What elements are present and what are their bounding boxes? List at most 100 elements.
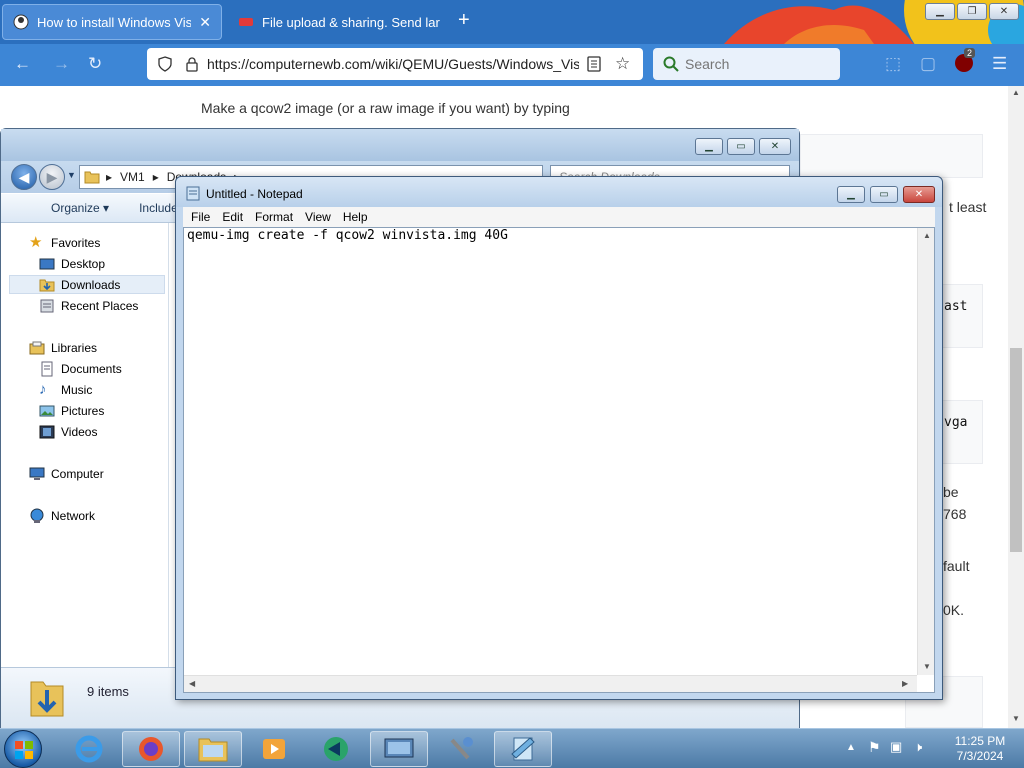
- remote-desktop-taskbar-button[interactable]: [370, 731, 428, 767]
- nav-label: Videos: [61, 424, 98, 439]
- computer-icon: [29, 467, 45, 480]
- nav-label: Favorites: [51, 235, 101, 250]
- menu-file[interactable]: File: [191, 210, 210, 224]
- forward-icon[interactable]: →: [53, 54, 70, 74]
- bookmark-star-icon[interactable]: ☆: [615, 54, 630, 74]
- nav-label: Music: [61, 382, 93, 397]
- close-button[interactable]: ✕: [903, 186, 935, 203]
- windows-logo-icon: [15, 741, 33, 759]
- recent-pages-icon[interactable]: ▼: [67, 170, 76, 180]
- restore-button[interactable]: ❐: [957, 3, 987, 20]
- nav-recent-places[interactable]: Recent Places: [39, 296, 138, 315]
- notepad-icon: [186, 186, 200, 201]
- code-block: [800, 134, 983, 178]
- forward-button[interactable]: ▶: [39, 164, 65, 190]
- back-button[interactable]: ◀: [11, 164, 37, 190]
- firefox-icon: [139, 737, 163, 761]
- scroll-left-icon[interactable]: ◀: [189, 679, 195, 688]
- minimize-button[interactable]: ▁: [925, 3, 955, 20]
- close-tab-icon[interactable]: ✕: [199, 14, 211, 31]
- tools-taskbar-button[interactable]: [432, 731, 490, 767]
- scroll-up-icon[interactable]: ▲: [923, 231, 931, 240]
- vertical-scrollbar[interactable]: ▲ ▼: [917, 228, 934, 675]
- url-text: https://computernewb.com/wiki/QEMU/Guest…: [207, 56, 579, 72]
- reload-icon[interactable]: ↻: [88, 54, 102, 74]
- nav-label: Libraries: [51, 340, 98, 355]
- breadcrumb-item[interactable]: VM1: [120, 170, 145, 184]
- search-input[interactable]: [685, 56, 835, 72]
- code-fragment: ast: [944, 299, 968, 314]
- menu-format[interactable]: Format: [255, 210, 293, 224]
- notepad-taskbar-button[interactable]: [494, 731, 552, 767]
- minimize-button[interactable]: ▁: [695, 138, 723, 155]
- messenger-taskbar-button[interactable]: [307, 731, 365, 767]
- nav-computer[interactable]: Computer: [29, 464, 104, 483]
- close-button[interactable]: ✕: [759, 138, 791, 155]
- item-count: 9 items: [87, 684, 129, 699]
- volume-muted-icon[interactable]: 🕨: [914, 739, 922, 755]
- browser-tab[interactable]: File upload & sharing. Send lar: [228, 4, 450, 40]
- shield-icon[interactable]: [157, 56, 173, 72]
- reader-view-icon[interactable]: [587, 56, 601, 72]
- notepad-window: Untitled - Notepad ▁ ▭ ✕ File Edit Forma…: [175, 176, 943, 700]
- notepad-icon: [511, 737, 535, 761]
- show-hidden-icons-icon[interactable]: ▲: [846, 742, 856, 753]
- internet-explorer-taskbar-button[interactable]: [60, 731, 118, 767]
- nav-videos[interactable]: Videos: [39, 422, 97, 441]
- extensions-icon[interactable]: ▢: [920, 54, 936, 74]
- firefox-taskbar-button[interactable]: [122, 731, 180, 767]
- nav-favorites[interactable]: ★ Favorites: [29, 233, 100, 252]
- paragraph-fragment: be: [943, 484, 959, 500]
- search-engine-icon[interactable]: [663, 56, 679, 72]
- nav-documents[interactable]: Documents: [39, 359, 122, 378]
- menu-view[interactable]: View: [305, 210, 331, 224]
- new-tab-icon[interactable]: +: [458, 9, 470, 32]
- media-player-taskbar-button[interactable]: [245, 731, 303, 767]
- maximize-button[interactable]: ▭: [870, 186, 898, 203]
- extension-badge: 2: [964, 48, 976, 58]
- paragraph-fragment: 768: [943, 506, 967, 522]
- organize-button[interactable]: Organize ▾: [26, 201, 109, 215]
- breadcrumb-separator: ▸: [152, 170, 159, 184]
- lock-icon[interactable]: [185, 56, 199, 72]
- screenshot-icon[interactable]: ⬚: [885, 54, 901, 74]
- clock[interactable]: 11:25 PM 7/3/2024: [948, 734, 1012, 764]
- videos-icon: [39, 425, 55, 438]
- editor-content[interactable]: qemu-img create -f qcow2 winvista.img 40…: [187, 228, 508, 244]
- notepad-title-bar[interactable]: Untitled - Notepad ▁ ▭ ✕: [176, 177, 942, 207]
- search-bar[interactable]: [653, 48, 840, 80]
- browser-tab-active[interactable]: How to install Windows Vista ✕: [2, 4, 222, 40]
- menu-edit[interactable]: Edit: [222, 210, 243, 224]
- maximize-button[interactable]: ▭: [727, 138, 755, 155]
- explorer-taskbar-button[interactable]: [184, 731, 242, 767]
- nav-libraries[interactable]: Libraries: [29, 338, 97, 357]
- menu-help[interactable]: Help: [343, 210, 368, 224]
- page-scrollbar[interactable]: ▲ ▼: [1008, 86, 1024, 728]
- menu-hamburger-icon[interactable]: ☰: [992, 54, 1007, 74]
- close-button[interactable]: ✕: [989, 3, 1019, 20]
- scroll-down-icon[interactable]: ▼: [1012, 714, 1020, 723]
- nav-music[interactable]: ♪ Music: [39, 380, 92, 399]
- url-bar[interactable]: https://computernewb.com/wiki/QEMU/Guest…: [147, 48, 643, 80]
- scroll-up-icon[interactable]: ▲: [1012, 88, 1020, 97]
- network-tray-icon[interactable]: ▣: [890, 739, 902, 755]
- scroll-down-icon[interactable]: ▼: [923, 662, 931, 671]
- scroll-right-icon[interactable]: ▶: [902, 679, 908, 688]
- wiki-favicon-icon: [13, 14, 29, 30]
- nav-downloads[interactable]: Downloads: [9, 275, 165, 294]
- scrollbar-thumb[interactable]: [1010, 348, 1022, 552]
- nav-label: Desktop: [61, 256, 106, 271]
- start-button[interactable]: [4, 730, 42, 768]
- action-center-flag-icon[interactable]: ⚑: [868, 739, 881, 756]
- nav-network[interactable]: Network: [29, 506, 95, 525]
- nav-label: Downloads: [61, 277, 121, 292]
- nav-pictures[interactable]: Pictures: [39, 401, 104, 420]
- horizontal-scrollbar[interactable]: ◀ ▶: [184, 675, 917, 692]
- pictures-icon: [39, 405, 55, 416]
- internet-explorer-icon: [75, 735, 103, 763]
- text-editor[interactable]: qemu-img create -f qcow2 winvista.img 40…: [183, 227, 935, 693]
- nav-desktop[interactable]: Desktop: [39, 254, 105, 273]
- ublock-extension-icon[interactable]: 2: [955, 48, 976, 72]
- back-icon[interactable]: ←: [14, 54, 31, 74]
- minimize-button[interactable]: ▁: [837, 186, 865, 203]
